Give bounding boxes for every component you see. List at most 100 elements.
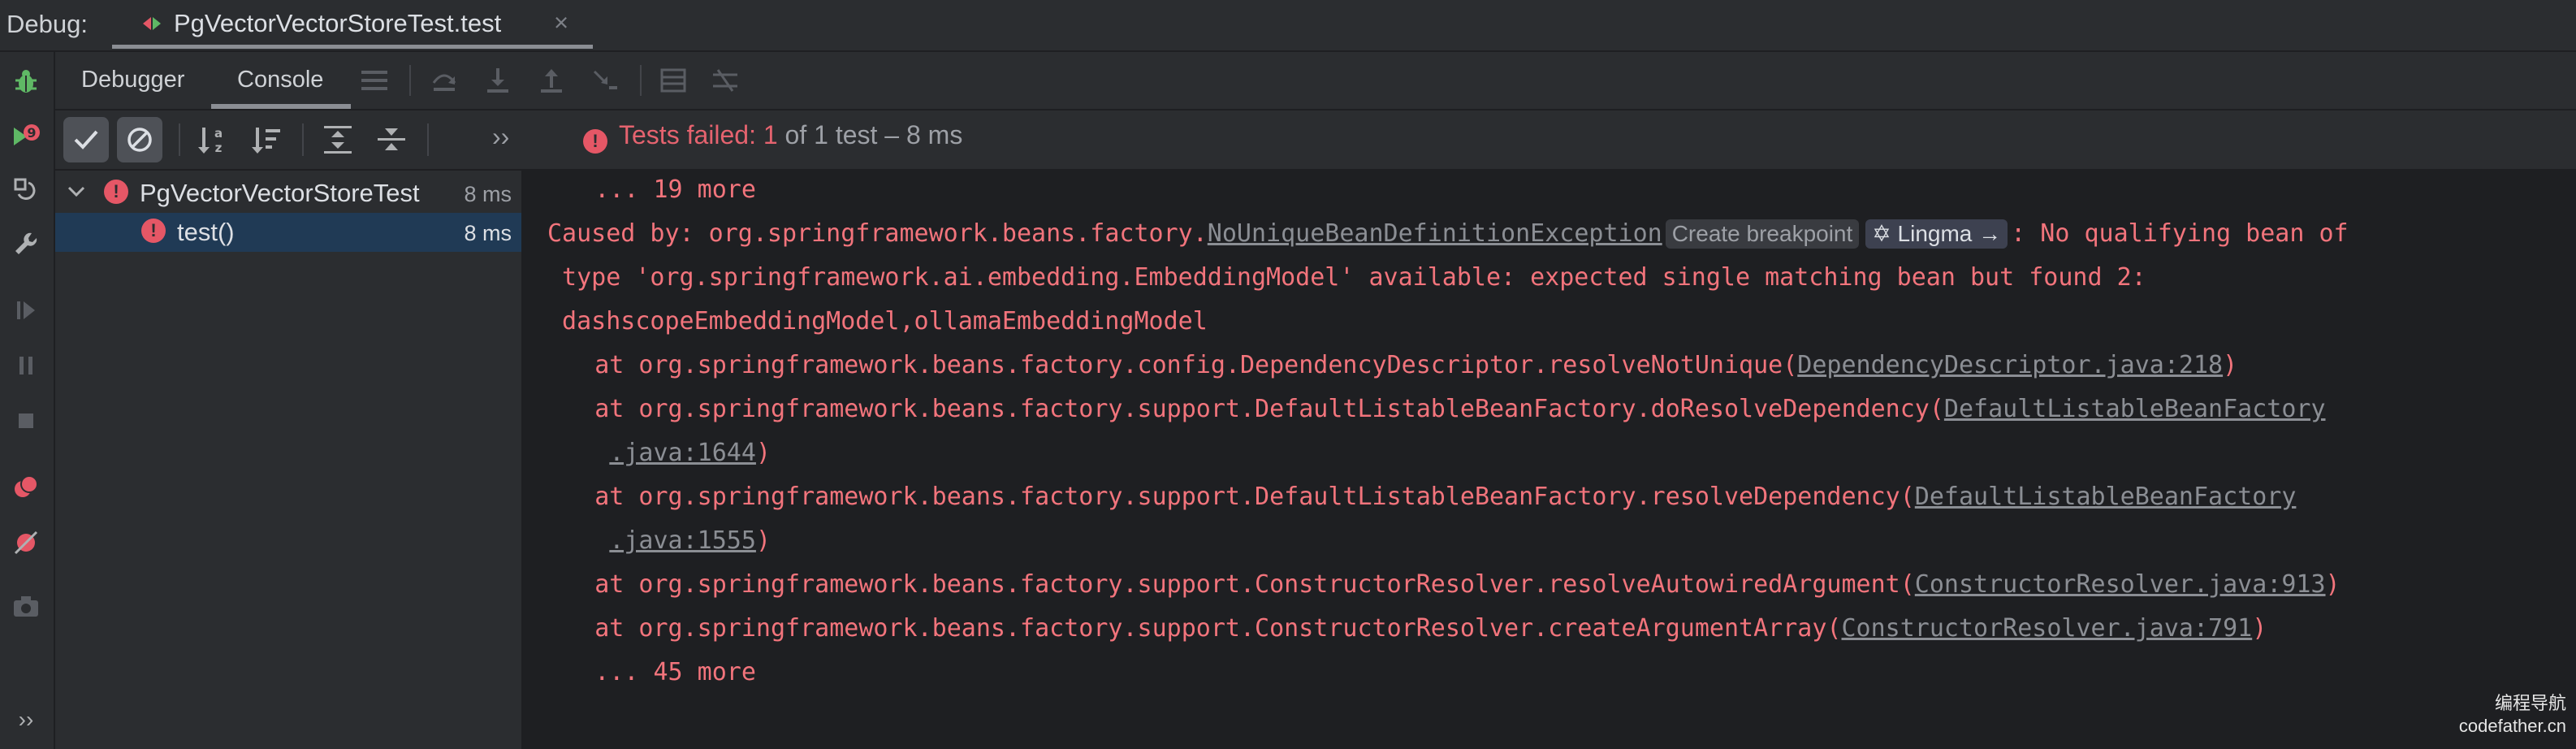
sort-by-duration-icon[interactable] (249, 122, 284, 158)
collapse-all-icon[interactable] (374, 122, 409, 158)
svg-text:9: 9 (27, 125, 36, 141)
separator (640, 65, 642, 96)
test-status: ! Tests failed: 1 of 1 test – 8 ms (583, 120, 962, 154)
active-tab-indicator (211, 104, 351, 109)
create-breakpoint-inlay[interactable]: Create breakpoint (1665, 219, 1860, 249)
test-class-label: PgVectorVectorStoreTest (140, 179, 420, 207)
error-icon: ! (583, 129, 607, 154)
status-suffix: of 1 test – 8 ms (784, 120, 963, 149)
watermark: 编程导航 codefather.cn (2459, 692, 2566, 738)
debug-panel-tabs: Debugger Console (55, 52, 2576, 110)
sort-alphabetically-icon[interactable]: az (195, 122, 231, 158)
caused-prefix: Caused by: org.springframework.beans.fac… (547, 219, 1208, 248)
more-icon[interactable]: ›› (10, 704, 42, 736)
show-passed-toggle[interactable] (63, 117, 109, 162)
stack-frame: at org.springframework.beans.factory.sup… (536, 570, 2340, 600)
wrench-icon[interactable] (10, 227, 42, 260)
caused-suffix: : No qualifying bean of (2011, 219, 2349, 248)
source-link[interactable]: .java:1644 (609, 439, 756, 467)
tab-debugger[interactable]: Debugger (81, 67, 184, 93)
test-method-label: test() (177, 218, 235, 246)
debug-label: Debug: (6, 10, 88, 38)
view-breakpoints-icon[interactable] (10, 471, 42, 504)
test-class-time: 8 ms (464, 182, 512, 206)
frame-close: ) (755, 526, 771, 555)
exception-link[interactable]: NoUniqueBeanDefinitionException (1208, 219, 1662, 248)
close-icon[interactable]: × (554, 8, 568, 37)
stop-icon[interactable] (10, 405, 42, 437)
tree-item-test-method[interactable]: ! test() 8 ms (55, 213, 521, 252)
run-config-icon (143, 17, 161, 30)
test-tree: ! PgVectorVectorStoreTest 8 ms ! test() … (55, 171, 523, 749)
debug-tab-title: PgVectorVectorStoreTest.test (174, 9, 502, 37)
stack-frame-wrap: .java:1644) (536, 439, 771, 468)
error-icon: ! (141, 219, 166, 243)
frame-text (536, 439, 609, 467)
tab-console[interactable]: Console (237, 67, 323, 93)
svg-text:a: a (214, 126, 223, 141)
expand-all-icon[interactable] (320, 122, 356, 158)
test-method-time: 8 ms (464, 221, 512, 245)
svg-text:z: z (215, 141, 223, 155)
separator (427, 123, 429, 156)
prohibited-icon (128, 128, 152, 152)
bug-icon[interactable] (10, 65, 42, 97)
caused-by-line: Caused by: org.springframework.beans.fac… (547, 219, 2349, 249)
console-line: ... 45 more (536, 658, 756, 686)
step-into-icon[interactable] (482, 65, 513, 96)
frame-text: at org.springframework.beans.factory.con… (536, 351, 1798, 379)
watermark-line: 编程导航 (2494, 693, 2566, 713)
source-link[interactable]: DefaultListableBeanFactory (1944, 395, 2326, 423)
frame-text: at org.springframework.beans.factory.sup… (536, 483, 1915, 511)
separator (409, 65, 411, 96)
step-over-icon[interactable] (429, 65, 460, 96)
frame-close: ) (2252, 614, 2267, 643)
frame-text: at org.springframework.beans.factory.sup… (536, 395, 1944, 423)
frame-close: ) (2223, 351, 2238, 379)
stack-frame-wrap: .java:1555) (536, 526, 771, 556)
lingma-label: Lingma → (1897, 221, 2002, 246)
console-line: dashscopeEmbeddingModel,ollamaEmbeddingM… (547, 307, 1208, 336)
frame-text: at org.springframework.beans.factory.sup… (536, 570, 1915, 599)
camera-icon[interactable] (10, 590, 42, 622)
separator (302, 123, 304, 156)
status-prefix: Tests failed: (619, 120, 756, 149)
test-runner-toolbar: az ›› ! Tests failed: 1 of 1 test – 8 ms (55, 110, 2576, 171)
toolbar-overflow-icon[interactable]: ›› (492, 122, 509, 152)
debug-side-toolbar: 9 ›› (0, 52, 55, 749)
source-link[interactable]: DependencyDescriptor.java:218 (1797, 351, 2223, 379)
debug-tool-window-header: Debug: PgVectorVectorStoreTest.test × (0, 0, 2576, 52)
separator (179, 123, 180, 156)
show-ignored-toggle[interactable] (117, 117, 162, 162)
chevron-down-icon[interactable] (65, 180, 88, 203)
console-output[interactable]: ... 19 more Caused by: org.springframewo… (523, 171, 2576, 749)
trace-icon[interactable] (710, 65, 741, 96)
console-line: ... 19 more (536, 175, 756, 204)
status-count: 1 (763, 120, 778, 149)
source-link[interactable]: ConstructorResolver.java:913 (1915, 570, 2326, 599)
mute-breakpoints-icon[interactable] (10, 526, 42, 559)
pause-icon[interactable] (10, 349, 42, 382)
source-link[interactable]: .java:1555 (609, 526, 756, 555)
evaluate-expression-icon[interactable] (658, 65, 689, 96)
debug-session-tab[interactable]: PgVectorVectorStoreTest.test × (112, 0, 593, 49)
frame-close: ) (755, 439, 771, 467)
restore-layout-icon[interactable] (10, 174, 42, 206)
check-icon (74, 130, 98, 149)
stack-frame: at org.springframework.beans.factory.con… (536, 351, 2237, 380)
source-link[interactable]: DefaultListableBeanFactory (1915, 483, 2297, 511)
error-icon: ! (104, 180, 128, 204)
rerun-failed-icon[interactable]: 9 (10, 120, 42, 153)
lingma-icon: ✡ (1872, 221, 1898, 246)
console-line: type 'org.springframework.ai.embedding.E… (547, 263, 2146, 292)
menu-lines-icon[interactable] (359, 65, 390, 96)
resume-icon[interactable] (10, 294, 42, 327)
source-link[interactable]: ConstructorResolver.java:791 (1841, 614, 2252, 643)
stack-frame: at org.springframework.beans.factory.sup… (536, 614, 2267, 643)
lingma-inlay[interactable]: ✡ Lingma → (1865, 219, 2008, 249)
step-out-icon[interactable] (536, 65, 567, 96)
tree-item-test-class[interactable]: ! PgVectorVectorStoreTest 8 ms (55, 174, 521, 213)
frame-close: ) (2325, 570, 2340, 599)
run-to-cursor-icon[interactable] (590, 65, 620, 96)
watermark-line: codefather.cn (2458, 716, 2566, 736)
